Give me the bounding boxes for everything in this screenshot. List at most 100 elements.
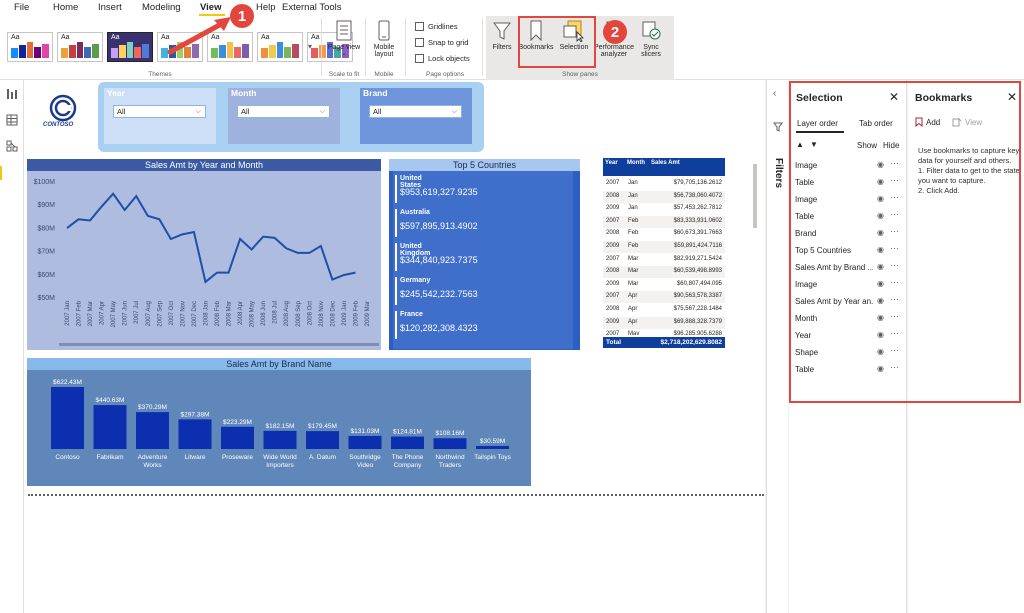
table-row[interactable]: 2007 Jan $79,705,136.2612 [603, 178, 725, 190]
theme-thumbnail[interactable]: Aa [107, 32, 153, 62]
sales-table-visual[interactable]: Year Month Sales Amt 2007 Jan $79,705,136.261… [603, 158, 725, 348]
brand-bar[interactable] [178, 419, 212, 449]
brand-bar[interactable] [476, 445, 509, 449]
filters-pane-button[interactable]: Filters [489, 20, 515, 51]
year-dropdown[interactable]: All ⌵ [113, 105, 206, 118]
tab-home[interactable]: Home [53, 2, 78, 13]
table-cell: Mar [628, 268, 639, 275]
theme-aa-label: Aa [311, 34, 320, 41]
year-slicer: Year All ⌵ [104, 88, 216, 144]
canvas-scrollbar[interactable] [753, 164, 757, 228]
line-chart: $100M $90M $80M $70M $60M $50M 2007 Jan 2007 Fe… [34, 179, 371, 327]
column-header[interactable]: Sales Amt [651, 160, 680, 166]
funnel-icon [493, 22, 511, 40]
panes-highlight [789, 81, 1021, 403]
column-header[interactable]: Month [627, 160, 645, 166]
top5-countries-visual[interactable]: Top 5 Countries United States $953,619,32… [389, 159, 580, 350]
brand-bar[interactable] [391, 436, 424, 449]
table-cell: 2009 [606, 280, 620, 287]
active-view-indicator [0, 166, 2, 180]
column-header[interactable]: Year [605, 160, 618, 166]
sales-by-year-month-visual[interactable]: Sales Amt by Year and Month $100M $90M $80… [27, 159, 381, 350]
x-tick-label: 2009 Mar [365, 301, 371, 326]
year-slicer-title: Year [107, 88, 125, 98]
table-cell: Jan [628, 192, 638, 199]
data-view-icon[interactable] [6, 114, 18, 126]
tab-external-tools[interactable]: External Tools [282, 2, 342, 13]
mobile-layout-button[interactable]: Mobile layout [368, 20, 400, 58]
brand-bar[interactable] [306, 431, 339, 449]
theme-thumbnail[interactable]: Aa [57, 32, 103, 62]
brand-bar[interactable] [348, 435, 382, 449]
theme-thumbnail[interactable]: Aa [207, 32, 253, 62]
theme-swatch [318, 45, 326, 58]
snap-to-grid-checkbox[interactable]: Snap to grid [415, 38, 468, 47]
category-label: Contoso [55, 454, 80, 461]
theme-swatch [242, 43, 249, 58]
table-row[interactable]: 2008 Apr $75,567,228.1484 [603, 304, 725, 316]
brand-bar-chart: $622.43M Contoso $440.63M Fabrikam $370.29M A… [51, 379, 512, 469]
theme-thumbnail[interactable]: Aa [157, 32, 203, 62]
filters-pane-collapsed[interactable]: ‹ Filters [766, 80, 788, 613]
table-row[interactable]: 2007 Feb $83,333,931.0602 [603, 215, 725, 228]
report-view-icon[interactable] [6, 88, 18, 100]
brand-bar[interactable] [263, 430, 297, 449]
tab-modeling[interactable]: Modeling [142, 2, 181, 13]
category-label: Wide World Importers [263, 454, 297, 469]
table-cell: Apr [628, 293, 638, 300]
table-row[interactable]: 2007 May $96,285,905.6288 [603, 329, 725, 336]
table-cell: $60,673,391.7663 [673, 230, 722, 237]
sales-by-brand-visual[interactable]: Sales Amt by Brand Name $622.43M Contoso $… [27, 358, 531, 486]
tab-insert[interactable]: Insert [98, 2, 122, 13]
chevron-left-icon[interactable]: ‹ [773, 88, 776, 99]
tab-help[interactable]: Help [256, 2, 276, 13]
table-row[interactable]: 2009 Apr $69,888,328.7379 [603, 316, 725, 329]
brand-bar[interactable] [136, 412, 169, 449]
theme-thumbnail[interactable]: Aa [257, 32, 303, 62]
theme-aa-label: Aa [211, 34, 220, 41]
theme-thumbnail[interactable]: Aa [7, 32, 53, 62]
brand-bar[interactable] [51, 387, 84, 449]
lock-objects-checkbox[interactable]: Lock objects [415, 54, 470, 63]
scale-to-fit-label: Scale to fit [328, 71, 360, 78]
gallery-scroll-icon[interactable]: ▾ [308, 42, 312, 51]
x-tick-label: 2009 Jan [342, 301, 348, 326]
table-row[interactable]: 2008 Mar $60,539,498.8993 [603, 266, 725, 279]
table-row[interactable]: 2008 Feb $60,673,391.7663 [603, 228, 725, 241]
y-tick-label: $60M [37, 272, 55, 279]
page-view-button[interactable]: Page view ⌄ [326, 20, 362, 57]
model-view-icon[interactable] [6, 140, 18, 152]
sync-slicers-button[interactable]: Sync slicers [636, 20, 666, 58]
brand-dropdown[interactable]: All ⌵ [369, 105, 462, 118]
category-label: Adventure Works [138, 454, 168, 469]
theme-aa-label: Aa [261, 34, 270, 41]
bar-data-label: $440.63M [96, 397, 125, 404]
bar-data-label: $108.16M [436, 430, 465, 437]
gridlines-checkbox[interactable]: Gridlines [415, 22, 458, 31]
contoso-logo-text: CONTOSO [43, 122, 74, 128]
brand-bar[interactable] [221, 426, 254, 449]
brand-bar[interactable] [433, 438, 467, 449]
lock-objects-label: Lock objects [428, 54, 470, 63]
callout-2-badge: 2 [603, 20, 627, 44]
brand-bar[interactable] [93, 405, 127, 449]
table-row[interactable]: 2009 Mar $60,807,494.095 [603, 278, 725, 291]
month-dropdown[interactable]: All ⌵ [237, 105, 330, 118]
top5-countries-title: Top 5 Countries [389, 159, 580, 171]
table-row[interactable]: 2007 Mar $82,919,271.5424 [603, 253, 725, 266]
tab-file[interactable]: File [14, 2, 29, 13]
category-label: A. Datum [309, 454, 336, 461]
theme-swatch [84, 46, 92, 58]
x-tick-label: 2008 Apr [238, 301, 244, 325]
year-dropdown-value: All [117, 107, 126, 116]
table-cell: $83,333,931.0602 [673, 217, 722, 224]
x-tick-label: 2008 Jan [203, 301, 209, 326]
table-row[interactable]: 2009 Feb $59,891,424.7116 [603, 241, 725, 253]
table-cell: 2007 [606, 217, 620, 224]
table-row[interactable]: 2009 Jan $57,453,262.7812 [603, 203, 725, 216]
table-row[interactable]: 2007 Apr $90,563,578.3387 [603, 291, 725, 304]
table-row[interactable]: 2008 Jan $56,738,060.4072 [603, 190, 725, 203]
horizontal-scrollbar[interactable] [59, 343, 379, 346]
table-cell: $69,888,328.7379 [673, 318, 722, 325]
tab-view[interactable]: View [200, 2, 221, 13]
